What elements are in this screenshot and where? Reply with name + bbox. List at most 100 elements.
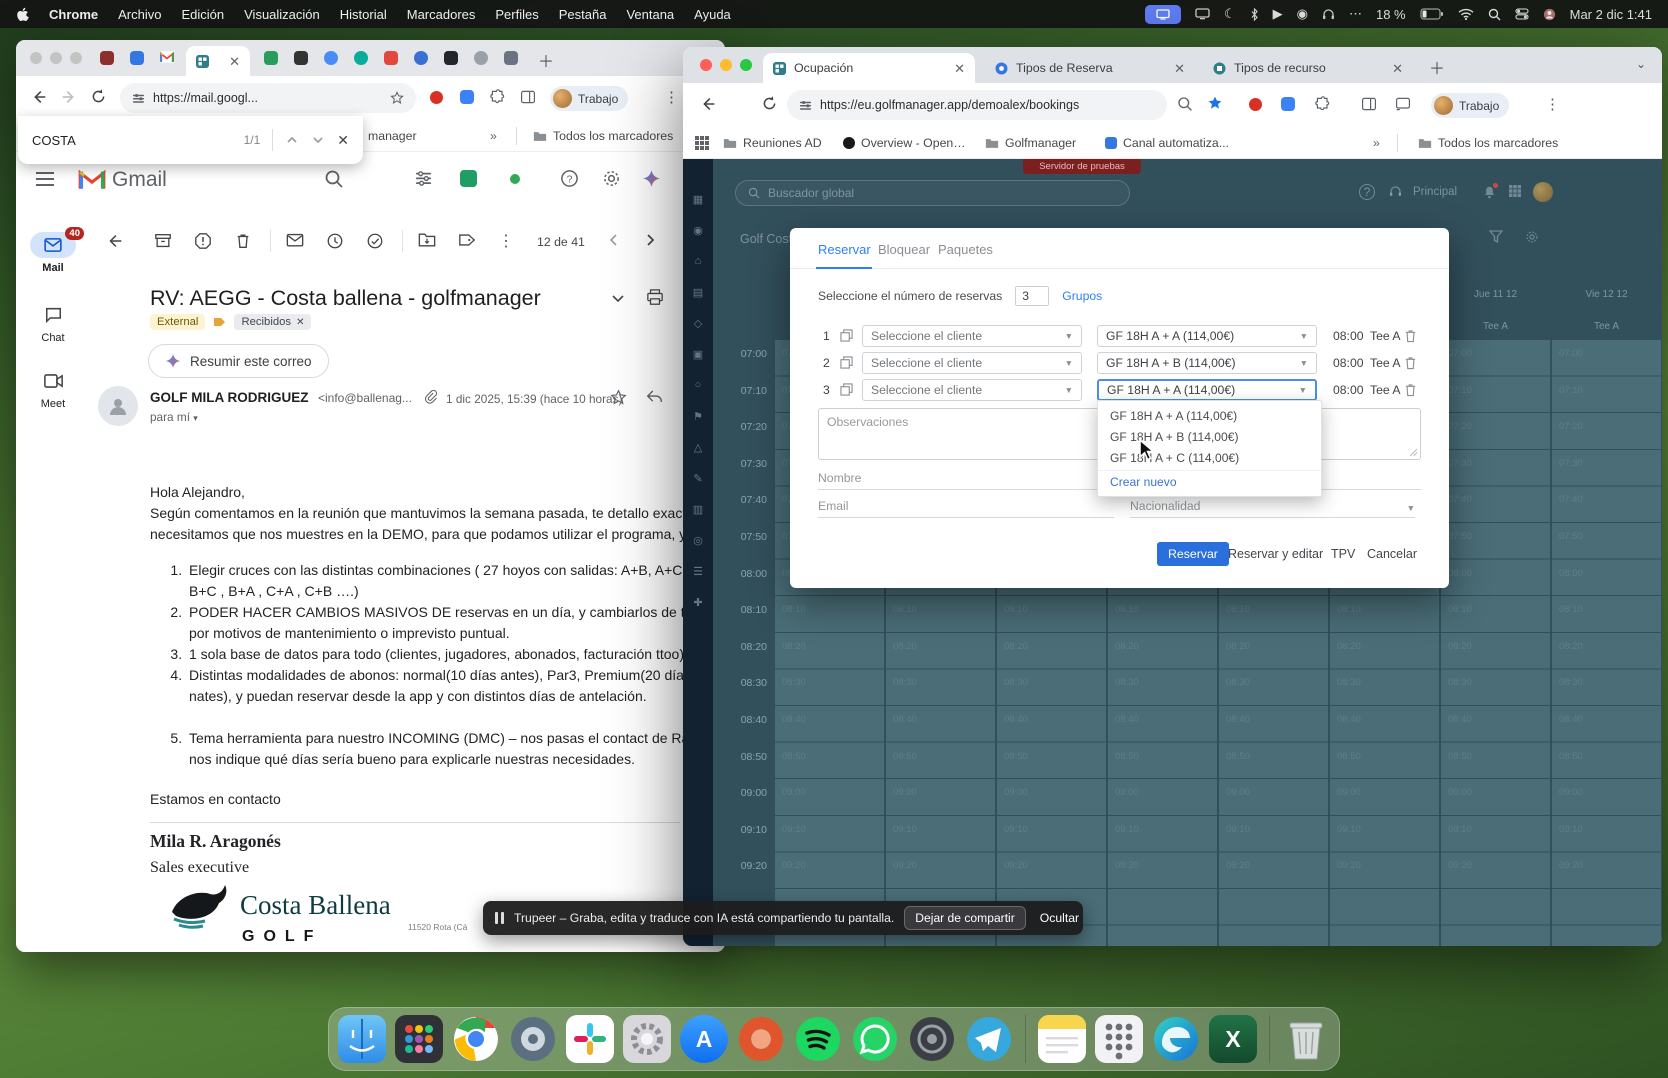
back-to-inbox-icon[interactable] xyxy=(106,232,124,250)
more-actions-icon[interactable]: ⋮ xyxy=(498,231,514,251)
dropdown-option[interactable]: GF 18H A + C (114,00€) xyxy=(1098,447,1321,468)
sender-name[interactable]: GOLF MILA RODRIGUEZ xyxy=(150,390,309,405)
tab-favicon[interactable] xyxy=(414,51,428,65)
extension-blue-icon[interactable] xyxy=(1281,97,1295,111)
duplicate-icon[interactable] xyxy=(840,329,853,342)
client-select[interactable]: Seleccione el cliente▼ xyxy=(862,352,1082,374)
nacionalidad-select[interactable]: Nacionalidad▼ xyxy=(1130,496,1415,518)
play-icon[interactable]: ▶ xyxy=(1273,6,1283,22)
record-icon[interactable]: ◉ xyxy=(1297,6,1308,22)
stop-sharing-button[interactable]: Dejar de compartir xyxy=(904,906,1025,930)
minimize-window-button[interactable] xyxy=(50,52,62,64)
find-previous-icon[interactable] xyxy=(285,133,299,147)
modal-tab-bloquear[interactable]: Bloquear xyxy=(878,242,930,257)
print-icon[interactable] xyxy=(646,289,664,306)
back-icon[interactable] xyxy=(30,88,48,106)
groups-link[interactable]: Grupos xyxy=(1062,289,1102,303)
help-icon[interactable]: ? xyxy=(560,169,579,188)
close-tab-icon[interactable]: ✕ xyxy=(229,55,240,68)
newer-email-icon[interactable] xyxy=(606,232,622,248)
delete-icon[interactable] xyxy=(234,232,252,250)
modal-tab-reservar[interactable]: Reservar xyxy=(818,242,871,257)
tab-ocupacion[interactable]: Ocupación ✕ xyxy=(763,53,975,83)
system-settings-icon[interactable] xyxy=(623,1015,671,1063)
dropdown-option[interactable]: GF 18H A + A (114,00€) xyxy=(1098,405,1321,426)
older-email-icon[interactable] xyxy=(642,232,658,248)
tab-favicon[interactable] xyxy=(354,51,368,65)
tab-tipos-recurso[interactable]: Tipos de recurso ✕ xyxy=(1203,53,1413,83)
reservar-y-editar-button[interactable]: Reservar y editar xyxy=(1228,542,1323,566)
star-icon[interactable] xyxy=(610,389,627,406)
trash-icon[interactable] xyxy=(1282,1015,1330,1063)
active-tab[interactable]: ✕ xyxy=(186,46,250,76)
new-tab-button[interactable]: ＋ xyxy=(1429,55,1445,79)
extension-blue-icon[interactable] xyxy=(460,90,474,104)
menu-marcadores[interactable]: Marcadores xyxy=(407,7,476,22)
chrome-profile-chip[interactable]: Trabajo xyxy=(550,86,628,111)
tab-favicon[interactable] xyxy=(444,51,458,65)
cast-icon[interactable] xyxy=(1395,96,1411,112)
close-tab-icon[interactable]: ✕ xyxy=(954,62,965,75)
tab-favicon[interactable] xyxy=(504,51,518,65)
nav-meet[interactable]: Meet xyxy=(16,368,90,410)
forward-icon[interactable] xyxy=(60,88,78,106)
delete-row-icon[interactable] xyxy=(1404,383,1417,397)
tab-favicon[interactable] xyxy=(384,51,398,65)
bookmarks-overflow-icon[interactable]: » xyxy=(1373,127,1380,159)
wifi-icon[interactable] xyxy=(1458,8,1474,20)
tab-favicon[interactable] xyxy=(474,51,488,65)
reservation-count-input[interactable]: 3 xyxy=(1015,286,1049,306)
delete-row-icon[interactable] xyxy=(1404,329,1417,343)
extension-record-icon[interactable] xyxy=(1249,98,1262,111)
menu-historial[interactable]: Historial xyxy=(340,7,387,22)
menu-visualizacion[interactable]: Visualización xyxy=(244,7,320,22)
snooze-icon[interactable] xyxy=(326,232,344,250)
bookmark-item[interactable]: manager xyxy=(368,120,417,152)
row-time[interactable]: 08:00 xyxy=(1333,329,1364,343)
apple-menu-icon[interactable] xyxy=(16,7,29,22)
search-mail-icon[interactable] xyxy=(324,169,344,189)
duplicate-icon[interactable] xyxy=(840,383,853,396)
orange-app-icon[interactable] xyxy=(737,1015,785,1063)
report-spam-icon[interactable] xyxy=(194,232,212,250)
extension-record-icon[interactable] xyxy=(430,91,443,104)
chrome-icon[interactable] xyxy=(452,1015,500,1063)
edge-icon[interactable] xyxy=(1152,1015,1200,1063)
dropdown-option[interactable]: GF 18H A + B (114,00€) xyxy=(1098,426,1321,447)
cancelar-button[interactable]: Cancelar xyxy=(1367,542,1417,566)
bookmark-golfmanager[interactable]: Golfmanager xyxy=(985,127,1076,159)
whatsapp-icon[interactable] xyxy=(851,1015,899,1063)
summarize-email-button[interactable]: Resumir este correo xyxy=(148,344,329,378)
row-time[interactable]: 08:00 xyxy=(1333,383,1364,397)
notes-icon[interactable] xyxy=(1038,1015,1086,1063)
close-tab-icon[interactable]: ✕ xyxy=(1174,62,1185,75)
mark-unread-icon[interactable] xyxy=(286,232,304,248)
excel-icon[interactable]: X xyxy=(1209,1015,1257,1063)
zoom-window-button[interactable] xyxy=(740,59,752,71)
search-filter-icon[interactable] xyxy=(414,169,433,188)
extension-green-icon[interactable] xyxy=(460,170,477,187)
kebab-menu-icon[interactable]: ⋮ xyxy=(1545,95,1560,113)
tpv-button[interactable]: TPV xyxy=(1331,542,1355,566)
minimize-window-button[interactable] xyxy=(720,59,732,71)
create-new-option[interactable]: Crear nuevo xyxy=(1098,470,1321,492)
tee-sheet-column[interactable]: 07:0007:1007:2007:3007:4007:5008:0008:10… xyxy=(1552,339,1661,946)
side-panel-icon[interactable] xyxy=(1361,96,1377,112)
nav-chat[interactable]: Chat xyxy=(16,302,90,344)
back-icon[interactable] xyxy=(699,95,717,113)
extensions-puzzle-icon[interactable] xyxy=(1315,96,1331,112)
sender-avatar[interactable] xyxy=(98,386,138,426)
gemini-sparkle-icon[interactable] xyxy=(642,169,661,188)
reservar-button[interactable]: Reservar xyxy=(1157,542,1229,566)
menu-ayuda[interactable]: Ayuda xyxy=(694,7,731,22)
gmail-tab-favicon[interactable] xyxy=(160,51,174,65)
reload-icon[interactable] xyxy=(761,95,778,112)
nav-mail[interactable]: 40 Mail xyxy=(16,232,90,274)
apps-grid-icon[interactable] xyxy=(695,127,709,159)
more-icon[interactable]: ⋯ xyxy=(1349,6,1362,22)
find-query-input[interactable]: COSTA xyxy=(32,133,232,148)
tab-favicon[interactable] xyxy=(100,51,114,65)
user-switcher-icon[interactable] xyxy=(1543,8,1556,21)
menu-pestana[interactable]: Pestaña xyxy=(559,7,607,22)
bookmark-reuniones[interactable]: Reuniones AD xyxy=(723,127,822,159)
